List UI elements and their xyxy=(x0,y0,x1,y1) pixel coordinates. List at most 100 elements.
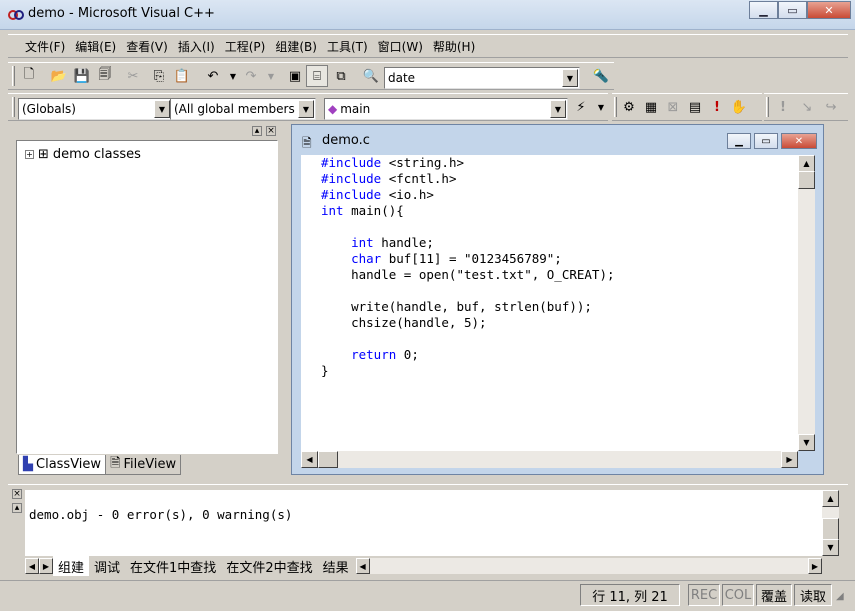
tab-build[interactable]: 组建 xyxy=(53,556,90,576)
output-vertical-scrollbar[interactable]: ▲ ▼ xyxy=(822,490,839,556)
menu-help[interactable]: 帮助(H) xyxy=(428,38,480,55)
code-line[interactable]: handle = open("test.txt", O_CREAT); xyxy=(321,267,798,283)
menu-view[interactable]: 查看(V) xyxy=(121,38,173,55)
redo-icon[interactable]: ↷ xyxy=(240,65,262,87)
find-icon[interactable]: 🔦 xyxy=(590,65,612,87)
open-folder-icon[interactable]: 📂 xyxy=(48,65,70,87)
code-line[interactable] xyxy=(321,331,798,347)
new-file-icon[interactable]: 🗋 xyxy=(18,65,40,87)
build-icon[interactable]: ▦ xyxy=(640,96,662,118)
h-scroll-thumb[interactable] xyxy=(318,451,338,468)
cut-icon[interactable]: ✂ xyxy=(122,65,144,87)
window-list-icon[interactable]: ⧉ xyxy=(330,65,352,87)
toolbar-grip[interactable] xyxy=(12,66,15,86)
editor-horizontal-scrollbar[interactable]: ◀ ▶ xyxy=(301,451,798,468)
chevron-down-icon[interactable]: ▼ xyxy=(562,69,578,87)
minimize-button[interactable]: ▁ xyxy=(749,1,778,19)
tab-fileview[interactable]: 🗎 FileView xyxy=(106,455,182,475)
output-collapse-icon[interactable]: ▴ xyxy=(12,503,22,513)
tab-bar-scroll-left-icon[interactable]: ◀ xyxy=(355,558,370,574)
tab-debug[interactable]: 调试 xyxy=(89,556,125,576)
scope-combo[interactable]: (Globals) ▼ xyxy=(18,98,172,120)
find-in-files-icon[interactable]: 🔍 xyxy=(360,65,382,87)
menu-insert[interactable]: 插入(I) xyxy=(173,38,220,55)
output-close-icon[interactable]: × xyxy=(12,489,22,499)
tab-scroll-right-icon[interactable]: ▶ xyxy=(39,558,53,574)
code-line[interactable]: char buf[11] = "0123456789"; xyxy=(321,251,798,267)
tab-classview[interactable]: ▙ ClassView xyxy=(18,455,107,475)
paste-icon[interactable]: 📋 xyxy=(171,65,193,87)
code-line[interactable]: int handle; xyxy=(321,235,798,251)
code-line[interactable]: #include <io.h> xyxy=(321,187,798,203)
menu-file[interactable]: 文件(F) xyxy=(20,38,70,55)
step-into-icon[interactable]: ↘ xyxy=(796,96,818,118)
step-over-icon[interactable]: ↪ xyxy=(820,96,842,118)
tab-find-in-files-2[interactable]: 在文件2中查找 xyxy=(221,556,317,576)
menu-window[interactable]: 窗口(W) xyxy=(373,38,428,55)
scroll-right-icon[interactable]: ▶ xyxy=(781,451,798,468)
wizard-bar-grip[interactable] xyxy=(12,97,15,117)
editor-vertical-scrollbar[interactable]: ▲ ▼ xyxy=(798,155,815,451)
scroll-up-icon[interactable]: ▲ xyxy=(798,155,815,172)
output-text-area[interactable]: demo.obj - 0 error(s), 0 warning(s) xyxy=(25,490,822,556)
code-line[interactable]: int main(){ xyxy=(321,203,798,219)
go-icon[interactable]: ! xyxy=(706,96,728,118)
tab-bar-scroll-track[interactable] xyxy=(369,558,808,574)
editor-minimize-button[interactable]: ▁ xyxy=(727,133,751,149)
panel-collapse-icon[interactable]: ▴ xyxy=(252,126,262,136)
find-combo[interactable]: date ▼ xyxy=(384,67,580,89)
build-minibar-grip[interactable] xyxy=(614,97,617,117)
scroll-down-icon[interactable]: ▼ xyxy=(822,539,839,556)
editor-restore-button[interactable]: ▭ xyxy=(754,133,778,149)
debug-go-icon[interactable]: ! xyxy=(772,96,794,118)
compile-icon[interactable]: ⚙ xyxy=(618,96,640,118)
scroll-up-icon[interactable]: ▲ xyxy=(822,490,839,507)
function-combo[interactable]: ◆ main ▼ xyxy=(324,98,568,120)
chevron-down-icon[interactable]: ▼ xyxy=(154,100,170,118)
tab-bar-scroll-right-icon[interactable]: ▶ xyxy=(808,558,822,574)
execute-icon[interactable]: ▤ xyxy=(684,96,706,118)
code-line[interactable]: } xyxy=(321,363,798,379)
panel-close-icon[interactable]: × xyxy=(266,126,276,136)
undo-icon[interactable]: ↶ xyxy=(202,65,224,87)
code-line[interactable]: return 0; xyxy=(321,347,798,363)
menu-project[interactable]: 工程(P) xyxy=(220,38,271,55)
code-line[interactable]: chsize(handle, 5); xyxy=(321,315,798,331)
class-tree[interactable]: + ⊞ demo classes xyxy=(16,140,278,454)
redo-dropdown-icon[interactable]: ▼ xyxy=(260,65,282,87)
scroll-thumb[interactable] xyxy=(798,171,815,189)
save-icon[interactable]: 💾 xyxy=(71,65,93,87)
tree-item-demo-classes[interactable]: + ⊞ demo classes xyxy=(25,147,141,162)
code-line[interactable]: #include <string.h> xyxy=(321,155,798,171)
save-all-icon[interactable]: 🗐 xyxy=(94,65,116,87)
scroll-down-icon[interactable]: ▼ xyxy=(798,434,815,451)
code-line[interactable] xyxy=(321,283,798,299)
scroll-thumb[interactable] xyxy=(822,518,839,540)
breakpoint-hand-icon[interactable]: ✋ xyxy=(728,96,750,118)
code-line[interactable]: write(handle, buf, strlen(buf)); xyxy=(321,299,798,315)
expand-plus-icon[interactable]: + xyxy=(25,150,34,159)
tab-scroll-left-icon[interactable]: ◀ xyxy=(25,558,39,574)
menu-build[interactable]: 组建(B) xyxy=(270,38,322,55)
resize-grip-icon[interactable]: ◢ xyxy=(836,591,850,605)
scroll-left-icon[interactable]: ◀ xyxy=(301,451,318,468)
tab-results[interactable]: 结果 xyxy=(318,556,354,576)
code-editor[interactable]: #include <string.h> #include <fcntl.h> #in… xyxy=(301,155,798,451)
menu-tools[interactable]: 工具(T) xyxy=(322,38,373,55)
code-line[interactable]: #include <fcntl.h> xyxy=(321,171,798,187)
output-window-icon[interactable]: ⌸ xyxy=(306,65,328,87)
copy-icon[interactable]: ⎘ xyxy=(148,65,170,87)
close-button[interactable]: ✕ xyxy=(807,1,851,19)
tab-find-in-files-1[interactable]: 在文件1中查找 xyxy=(125,556,221,576)
debug-minibar-grip[interactable] xyxy=(766,97,769,117)
maximize-button[interactable]: ▭ xyxy=(778,1,807,19)
workspace-toggle-icon[interactable]: ▣ xyxy=(284,65,306,87)
editor-close-button[interactable]: ✕ xyxy=(781,133,817,149)
chevron-down-icon[interactable]: ▼ xyxy=(550,100,566,118)
menu-edit[interactable]: 编辑(E) xyxy=(70,38,121,55)
wizard-action-icon[interactable]: ⚡ xyxy=(570,96,592,118)
members-combo[interactable]: (All global members ▼ xyxy=(170,98,316,120)
wizard-action-dropdown-icon[interactable]: ▼ xyxy=(590,96,612,118)
chevron-down-icon[interactable]: ▼ xyxy=(298,100,314,118)
stop-build-icon[interactable]: ⊠ xyxy=(662,96,684,118)
